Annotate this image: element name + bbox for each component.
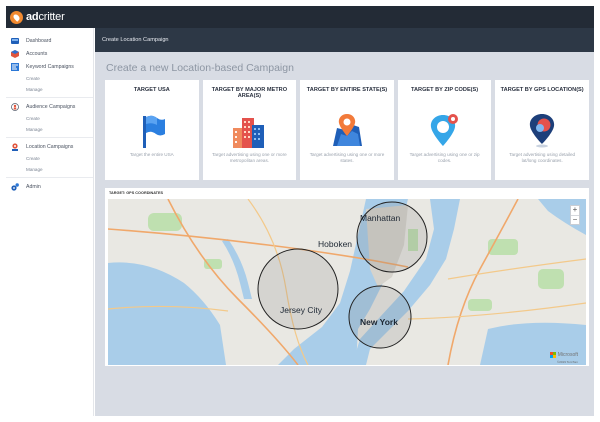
gps-map[interactable]: Manhattan Hoboken Jersey City New York +… <box>108 199 586 365</box>
sidebar: Dashboard Accounts Keyword Campaigns Cre… <box>6 28 94 416</box>
gps-pin-icon <box>520 110 564 150</box>
map-label-hoboken: Hoboken <box>318 239 353 249</box>
card-title: TARGET USA <box>133 87 170 93</box>
sidebar-item-keyword-campaigns[interactable]: Keyword Campaigns <box>6 60 93 73</box>
card-target-zip-code[interactable]: TARGET BY ZIP CODE(S) Target advertising… <box>397 80 492 180</box>
flag-icon <box>130 110 174 150</box>
targeting-options: TARGET USA Target the entire USA TARGET … <box>105 80 589 180</box>
top-bar: adcritter <box>6 6 594 28</box>
microsoft-icon <box>549 352 556 358</box>
sidebar-divider <box>6 177 93 178</box>
card-title: TARGET BY MAJOR METRO AREA(S) <box>211 87 288 100</box>
page-title: Create a new Location-based Campaign <box>106 62 294 74</box>
keyword-campaigns-icon <box>11 62 19 71</box>
sidebar-subitem-keyword-manage[interactable]: Manage <box>6 84 93 95</box>
state-pin-icon <box>325 110 369 150</box>
adcritter-logo-icon <box>10 10 23 24</box>
card-target-state[interactable]: TARGET BY ENTIRE STATE(S) Target adverti… <box>300 80 394 180</box>
card-title: TARGET BY ZIP CODE(S) <box>411 87 479 93</box>
map-copyright: ©2019 TomTom <box>557 360 578 364</box>
card-target-metro-area[interactable]: TARGET BY MAJOR METRO AREA(S) Target adv… <box>202 80 297 180</box>
map-label: TARGET: GPS COORDINATES <box>109 191 164 195</box>
sidebar-item-accounts[interactable]: Accounts <box>6 47 93 60</box>
zoom-in-button[interactable]: + <box>571 206 579 215</box>
accounts-icon <box>11 49 19 58</box>
map-zoom-control: + − <box>570 205 580 225</box>
city-buildings-icon <box>227 110 271 150</box>
microsoft-logo: Microsoft <box>549 352 578 358</box>
sidebar-subitem-audience-manage[interactable]: Manage <box>6 124 93 135</box>
sidebar-item-dashboard[interactable]: Dashboard <box>6 34 93 47</box>
app-window: adcritter Dashboard Accounts Keyword Cam… <box>0 0 600 422</box>
map-panel: TARGET: GPS COORDINATES Manhattan Hoboke… <box>105 188 589 366</box>
sidebar-subitem-location-create[interactable]: Create <box>6 153 93 164</box>
sidebar-subitem-location-manage[interactable]: Manage <box>6 164 93 175</box>
map-label-new-york: New York <box>360 317 398 327</box>
page-header: Create Location Campaign <box>95 28 594 52</box>
admin-icon <box>11 182 19 191</box>
dashboard-icon <box>11 37 19 45</box>
map-label-manhattan: Manhattan <box>360 213 401 223</box>
card-description: Target advertising using one or more sta… <box>309 152 385 164</box>
card-description: Target advertising using detailed lat/lo… <box>509 152 576 164</box>
map-canvas[interactable] <box>108 199 586 365</box>
card-description: Target advertising using one or more met… <box>212 152 287 164</box>
sidebar-divider <box>6 137 93 138</box>
sidebar-item-location-campaigns[interactable]: Location Campaigns <box>6 140 93 153</box>
audience-campaigns-icon <box>11 102 19 111</box>
sidebar-divider <box>6 97 93 98</box>
card-target-gps-location[interactable]: TARGET BY GPS LOCATION(S) Target adverti… <box>495 80 589 180</box>
card-title: TARGET BY ENTIRE STATE(S) <box>306 87 388 93</box>
sidebar-subitem-keyword-create[interactable]: Create <box>6 73 93 84</box>
card-title: TARGET BY GPS LOCATION(S) <box>500 87 584 93</box>
card-description: Target advertising using one or zip code… <box>409 152 480 164</box>
sidebar-subitem-audience-create[interactable]: Create <box>6 113 93 124</box>
zip-pin-icon <box>423 110 467 150</box>
header-title: Create Location Campaign <box>102 37 169 43</box>
zoom-out-button[interactable]: − <box>571 215 579 224</box>
location-campaigns-icon <box>11 142 19 151</box>
card-target-usa[interactable]: TARGET USA Target the entire USA <box>105 80 199 180</box>
sidebar-item-admin[interactable]: Admin <box>6 180 93 193</box>
brand-logo[interactable]: adcritter <box>26 11 65 23</box>
main-content: Create Location Campaign Create a new Lo… <box>95 28 594 416</box>
sidebar-item-audience-campaigns[interactable]: Audience Campaigns <box>6 100 93 113</box>
map-label-jersey-city: Jersey City <box>280 305 323 315</box>
card-description: Target the entire USA <box>129 152 174 157</box>
